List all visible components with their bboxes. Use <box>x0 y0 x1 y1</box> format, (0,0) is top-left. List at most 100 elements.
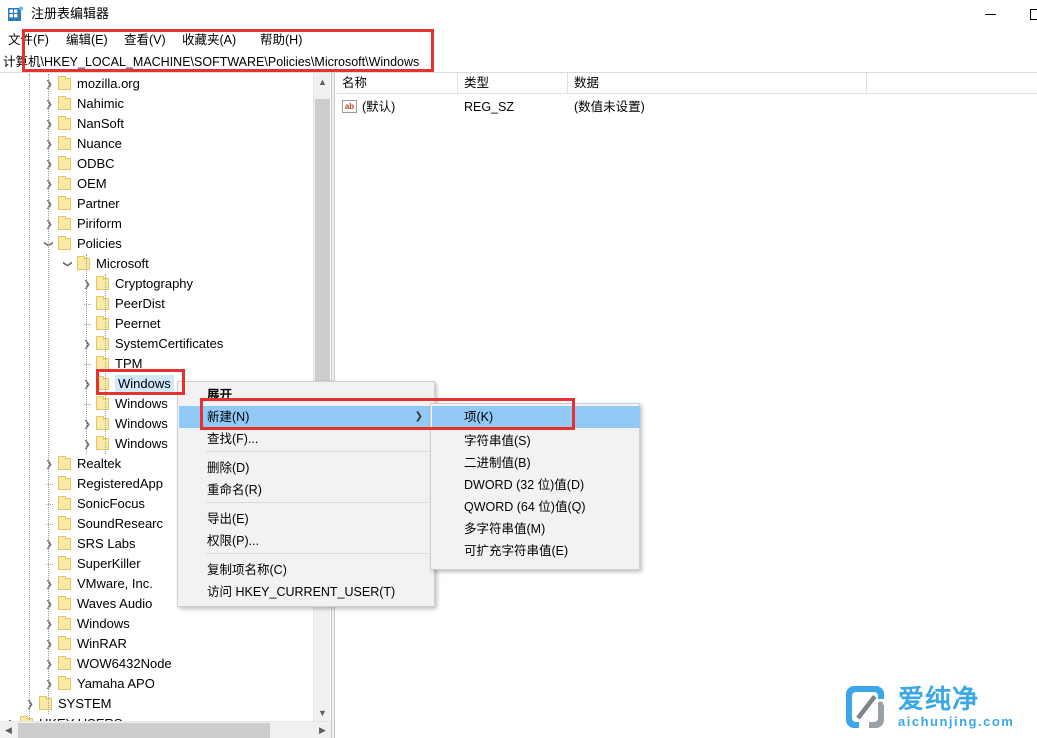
context-menu-item-delete[interactable]: 删除(D) <box>179 457 435 479</box>
scroll-right-icon[interactable]: ▶ <box>314 722 331 738</box>
tree-item-mozilla-org[interactable]: ❯mozilla.org <box>0 74 311 94</box>
value-type: REG_SZ <box>464 97 514 117</box>
chevron-right-icon[interactable]: ❯ <box>41 596 57 612</box>
chevron-right-icon[interactable]: ❯ <box>41 536 57 552</box>
menu-favorites[interactable]: 收藏夹(A) <box>180 31 238 49</box>
chevron-right-icon[interactable]: ❯ <box>41 196 57 212</box>
tree-item-yamaha-apo[interactable]: ❯Yamaha APO <box>0 674 311 694</box>
context-menu-item-expand[interactable]: 展开 <box>179 384 435 406</box>
tree-item-partner[interactable]: ❯Partner <box>0 194 311 214</box>
menu-help[interactable]: 帮助(H) <box>258 31 304 49</box>
tree-item-systemcertificates[interactable]: ❯ SystemCertificates <box>0 334 311 354</box>
tree-item-system[interactable]: ❯SYSTEM <box>0 694 311 714</box>
submenu-item-expandable-str[interactable]: 可扩充字符串值(E) <box>432 540 640 562</box>
tree-indent <box>0 384 79 385</box>
chevron-right-icon[interactable]: ❯ <box>41 136 57 152</box>
tree-item-label: SystemCertificates <box>115 334 223 354</box>
tree-item-oem[interactable]: ❯OEM <box>0 174 311 194</box>
column-header-type[interactable]: 类型 <box>458 73 568 94</box>
tree-indent <box>0 624 41 625</box>
table-row[interactable]: ab (默认) REG_SZ (数值未设置) <box>336 97 1037 117</box>
context-menu-item-copy-key-name[interactable]: 复制项名称(C) <box>179 559 435 581</box>
chevron-right-icon[interactable]: ❯ <box>41 656 57 672</box>
tree-horizontal-scrollbar[interactable]: ◀ ▶ <box>0 721 331 738</box>
tree-item-piriform[interactable]: ❯Piriform <box>0 214 311 234</box>
tree-indent <box>0 184 41 185</box>
chevron-right-icon[interactable]: ❯ <box>79 436 95 452</box>
context-menu-item-permissions[interactable]: 权限(P)... <box>179 530 435 552</box>
chevron-right-icon[interactable]: ❯ <box>41 96 57 112</box>
context-menu-item-find[interactable]: 查找(F)... <box>179 428 435 450</box>
chevron-right-icon[interactable]: ❯ <box>41 116 57 132</box>
chevron-down-icon[interactable]: ❯ <box>60 256 76 272</box>
submenu-item-string-value[interactable]: 字符串值(S) <box>432 430 640 452</box>
submenu-item-binary-value[interactable]: 二进制值(B) <box>432 452 640 474</box>
chevron-right-icon[interactable]: ❯ <box>41 76 57 92</box>
tree-indent <box>0 324 79 325</box>
context-menu[interactable]: 展开 新建(N) ❯ 查找(F)... 删除(D) 重命名(R) 导出(E) 权… <box>177 381 435 607</box>
chevron-right-icon[interactable]: ❯ <box>41 576 57 592</box>
tree-item-windows[interactable]: ❯Windows <box>0 614 311 634</box>
chevron-right-icon[interactable]: ❯ <box>41 176 57 192</box>
tree-indent <box>0 304 79 305</box>
column-header-data[interactable]: 数据 <box>568 73 867 94</box>
watermark-en-text: aichunjing.com <box>898 714 1014 729</box>
folder-icon <box>57 457 73 471</box>
context-menu-item-rename[interactable]: 重命名(R) <box>179 479 435 501</box>
tree-item-nahimic[interactable]: ❯Nahimic <box>0 94 311 114</box>
tree-item-peerdist[interactable]: PeerDist <box>0 294 311 314</box>
chevron-right-icon[interactable]: ❯ <box>41 156 57 172</box>
context-menu-item-export[interactable]: 导出(E) <box>179 508 435 530</box>
tree-item-label: SonicFocus <box>77 494 145 514</box>
submenu-item-dword-value[interactable]: DWORD (32 位)值(D) <box>432 474 640 496</box>
submenu-item-qword-value[interactable]: QWORD (64 位)值(Q) <box>432 496 640 518</box>
menu-view[interactable]: 查看(V) <box>122 31 168 49</box>
column-header-name[interactable]: 名称 <box>336 73 458 94</box>
menu-file[interactable]: 文件(F) <box>6 31 51 49</box>
chevron-right-icon[interactable]: ❯ <box>22 696 38 712</box>
tree-hscroll-thumb[interactable] <box>18 723 270 738</box>
chevron-down-icon[interactable]: ❯ <box>41 236 57 252</box>
tree-item-winrar[interactable]: ❯WinRAR <box>0 634 311 654</box>
registry-path-text: 计算机\HKEY_LOCAL_MACHINE\SOFTWARE\Policies… <box>3 53 419 71</box>
tree-guide-line <box>48 74 49 714</box>
tree-indent <box>0 564 41 565</box>
tree-item-wow6432node[interactable]: ❯WOW6432Node <box>0 654 311 674</box>
tree-item-nuance[interactable]: ❯Nuance <box>0 134 311 154</box>
tree-item-tpm[interactable]: TPM <box>0 354 311 374</box>
tree-item-label: Windows <box>115 434 168 454</box>
tree-item-odbc[interactable]: ❯ODBC <box>0 154 311 174</box>
chevron-right-icon[interactable]: ❯ <box>41 456 57 472</box>
chevron-right-icon[interactable]: ❯ <box>79 376 95 392</box>
maximize-button[interactable] <box>1013 0 1037 29</box>
tree-item-nansoft[interactable]: ❯NanSoft <box>0 114 311 134</box>
folder-icon <box>57 537 73 551</box>
folder-icon <box>57 517 73 531</box>
tree-item-peernet[interactable]: Peernet <box>0 314 311 334</box>
context-menu-item-goto-hkcu[interactable]: 访问 HKEY_CURRENT_USER(T) <box>179 581 435 603</box>
chevron-right-icon[interactable]: ❯ <box>41 216 57 232</box>
new-submenu[interactable]: 项(K) 字符串值(S) 二进制值(B) DWORD (32 位)值(D) QW… <box>430 403 640 570</box>
submenu-item-multi-string[interactable]: 多字符串值(M) <box>432 518 640 540</box>
value-data: (数值未设置) <box>574 97 645 117</box>
scroll-up-icon[interactable]: ▲ <box>314 73 331 90</box>
tree-item-hkey-users[interactable]: ❯HKEY USERS <box>0 714 311 721</box>
chevron-right-icon[interactable]: ❯ <box>79 416 95 432</box>
tree-indent <box>0 224 41 225</box>
submenu-item-key[interactable]: 项(K) <box>432 406 640 428</box>
scroll-left-icon[interactable]: ◀ <box>0 722 17 738</box>
chevron-right-icon[interactable]: ❯ <box>79 336 95 352</box>
tree-item-cryptography[interactable]: ❯Cryptography <box>0 274 311 294</box>
tree-item-policies[interactable]: ❯Policies <box>0 234 311 254</box>
context-menu-item-new[interactable]: 新建(N) ❯ <box>179 406 435 428</box>
chevron-right-icon[interactable]: ❯ <box>41 676 57 692</box>
address-bar[interactable]: 计算机\HKEY_LOCAL_MACHINE\SOFTWARE\Policies… <box>0 51 1037 73</box>
chevron-right-icon[interactable]: ❯ <box>41 616 57 632</box>
minimize-button[interactable] <box>968 0 1013 29</box>
tree-item-microsoft[interactable]: ❯Microsoft <box>0 254 311 274</box>
menu-edit[interactable]: 编辑(E) <box>64 31 110 49</box>
chevron-right-icon[interactable]: ❯ <box>41 636 57 652</box>
tree-indent <box>0 424 79 425</box>
scroll-down-icon[interactable]: ▼ <box>314 704 331 721</box>
chevron-right-icon[interactable]: ❯ <box>79 276 95 292</box>
